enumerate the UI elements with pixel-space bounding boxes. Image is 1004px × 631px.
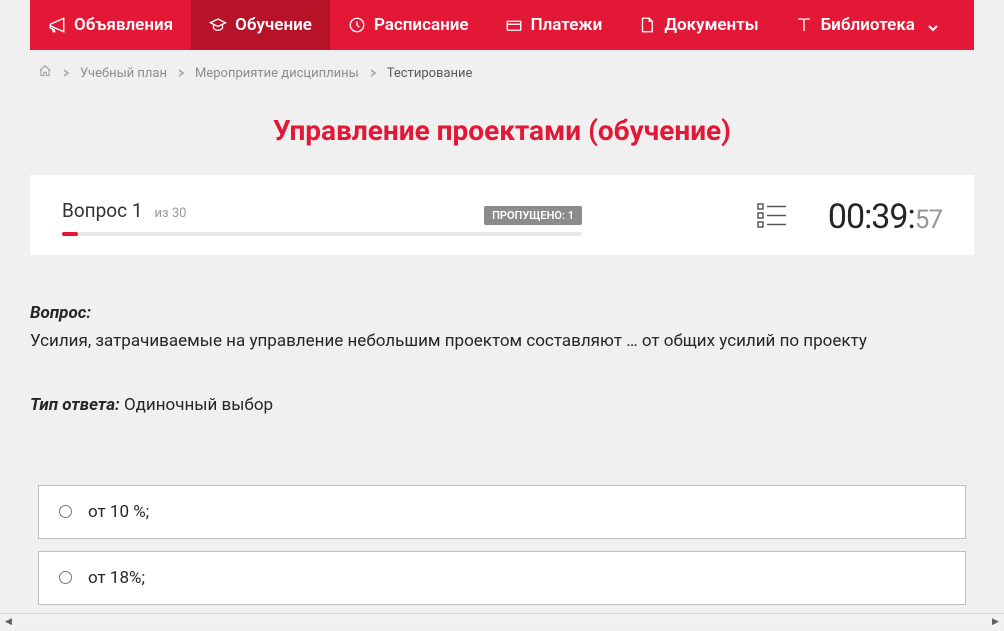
nav-label: Документы (664, 15, 758, 35)
nav-education[interactable]: Обучение (191, 0, 330, 50)
option-1[interactable]: от 10 %; (38, 485, 966, 539)
breadcrumb: Учебный план Мероприятие дисциплины Тест… (0, 50, 1004, 96)
nav-schedule[interactable]: Расписание (330, 0, 487, 50)
progress-fill (62, 232, 78, 236)
question-number: Вопрос 1 (62, 199, 143, 222)
option-radio[interactable] (59, 571, 72, 584)
nav-label: Обучение (235, 15, 312, 35)
page-title: Управление проектами (обучение) (0, 96, 1004, 175)
nav-library[interactable]: Библиотека (777, 0, 957, 50)
library-icon (795, 16, 813, 34)
breadcrumb-link-event[interactable]: Мероприятие дисциплины (195, 66, 359, 81)
scroll-left-arrow[interactable]: ◀ (0, 614, 17, 631)
option-radio[interactable] (59, 505, 72, 518)
home-icon[interactable] (38, 64, 52, 82)
main-navigation: Объявления Обучение Расписание Платежи Д… (30, 0, 974, 50)
chevron-right-icon (177, 66, 185, 81)
answer-options: от 10 %; от 18%; от 25%. (0, 435, 1004, 614)
clock-icon (348, 16, 366, 34)
graduation-icon (209, 16, 227, 34)
payment-icon (505, 16, 523, 34)
horizontal-scrollbar[interactable]: ◀ ▶ (0, 613, 1004, 630)
answer-type: Тип ответа: Одиночный выбор (30, 395, 974, 415)
breadcrumb-link-plan[interactable]: Учебный план (80, 66, 167, 81)
status-bar: Вопрос 1 из 30 ПРОПУЩЕНО: 1 (30, 175, 974, 255)
question-section: Вопрос: Усилия, затрачиваемые на управле… (0, 255, 1004, 435)
timer: 00:39:57 (828, 197, 942, 237)
nav-announcements[interactable]: Объявления (30, 0, 191, 50)
breadcrumb-current: Тестирование (387, 66, 473, 81)
question-list-button[interactable] (756, 201, 788, 233)
nav-label: Объявления (74, 15, 173, 35)
nav-documents[interactable]: Документы (620, 0, 776, 50)
megaphone-icon (48, 16, 66, 34)
chevron-right-icon (369, 66, 377, 81)
nav-label: Платежи (531, 15, 603, 35)
nav-payments[interactable]: Платежи (487, 0, 621, 50)
nav-label: Расписание (374, 15, 469, 35)
question-total: из 30 (155, 206, 187, 221)
nav-label: Библиотека (821, 15, 915, 35)
option-2[interactable]: от 18%; (38, 551, 966, 605)
scroll-right-arrow[interactable]: ▶ (987, 614, 1004, 631)
document-icon (638, 16, 656, 34)
question-label: Вопрос: (30, 303, 974, 323)
question-text: Усилия, затрачиваемые на управление небо… (30, 329, 974, 355)
progress-bar (62, 232, 582, 236)
option-label: от 10 %; (88, 502, 149, 522)
skipped-badge: ПРОПУЩЕНО: 1 (484, 206, 582, 225)
option-label: от 18%; (88, 568, 145, 588)
chevron-down-icon (927, 19, 939, 31)
chevron-right-icon (62, 66, 70, 81)
scroll-track[interactable] (17, 614, 987, 630)
